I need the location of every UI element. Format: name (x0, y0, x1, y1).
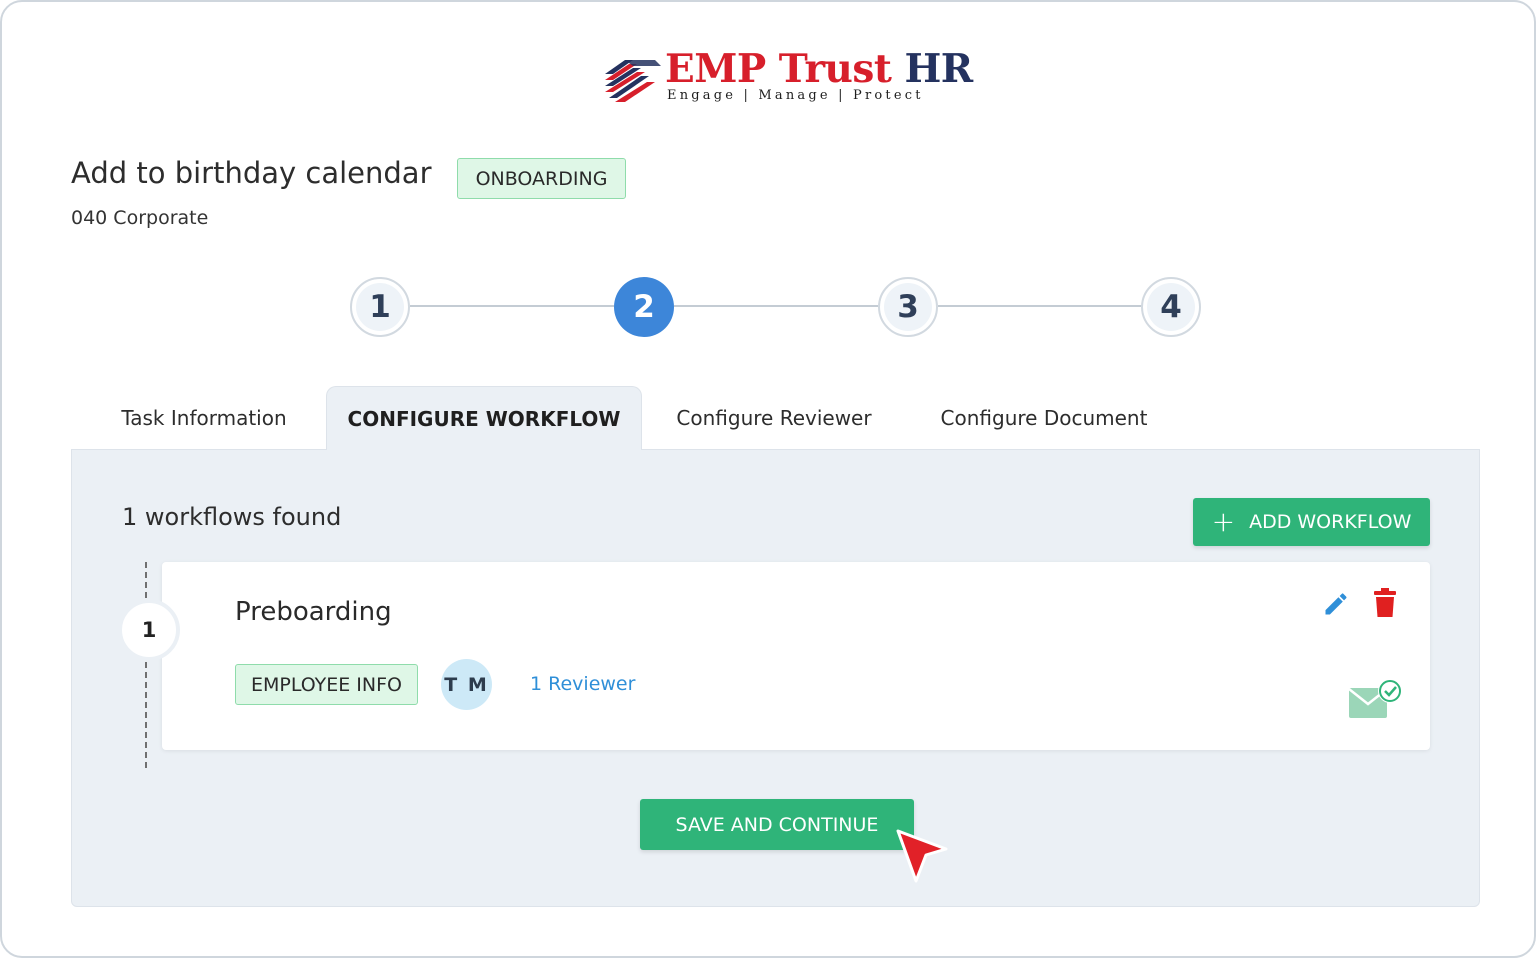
delete-icon[interactable] (1371, 587, 1399, 619)
tab-configure-reviewer[interactable]: Configure Reviewer (660, 386, 888, 450)
tab-task-information[interactable]: Task Information (96, 386, 312, 450)
logo-mark-icon (605, 60, 661, 102)
mail-check-icon[interactable] (1346, 676, 1408, 722)
logo-brand-part2: HR (904, 46, 973, 92)
workflow-index: 1 (118, 599, 180, 661)
mouse-pointer-icon (896, 829, 948, 883)
trash-icon (1374, 588, 1396, 617)
save-and-continue-button[interactable]: SAVE AND CONTINUE (640, 799, 914, 850)
step-1[interactable]: 1 (350, 277, 410, 337)
logo-tagline: Engage | Manage | Protect (667, 88, 924, 103)
page-subtitle: 040 Corporate (71, 207, 209, 229)
reviewer-link[interactable]: 1 Reviewer (530, 673, 635, 695)
logo-wordmark: EMP Trust HR (665, 46, 973, 92)
category-badge: ONBOARDING (457, 158, 626, 199)
page-title: Add to birthday calendar (71, 156, 432, 190)
edit-icon[interactable] (1320, 588, 1352, 620)
tab-configure-document[interactable]: Configure Document (920, 386, 1168, 450)
reviewer-avatar[interactable]: T M (441, 659, 492, 710)
stepper-connector (938, 305, 1142, 307)
step-3[interactable]: 3 (878, 277, 938, 337)
workflow-count: 1 workflows found (122, 503, 342, 531)
tab-configure-workflow[interactable]: CONFIGURE WORKFLOW (326, 386, 642, 450)
workflow-timeline (145, 562, 147, 768)
add-workflow-button[interactable]: + ADD WORKFLOW (1193, 498, 1430, 546)
workflow-type-badge: EMPLOYEE INFO (235, 664, 418, 705)
logo-brand-part1: EMP Trust (665, 46, 892, 92)
step-2[interactable]: 2 (614, 277, 674, 337)
plus-icon: + (1211, 505, 1236, 538)
workflow-card (162, 562, 1430, 750)
pencil-icon (1325, 593, 1347, 615)
step-4[interactable]: 4 (1141, 277, 1201, 337)
workflow-title: Preboarding (235, 597, 392, 627)
stepper-connector (674, 305, 878, 307)
brand-logo: EMP Trust HR Engage | Manage | Protect (603, 46, 973, 110)
stepper-connector (410, 305, 614, 307)
add-workflow-label: ADD WORKFLOW (1249, 511, 1412, 533)
